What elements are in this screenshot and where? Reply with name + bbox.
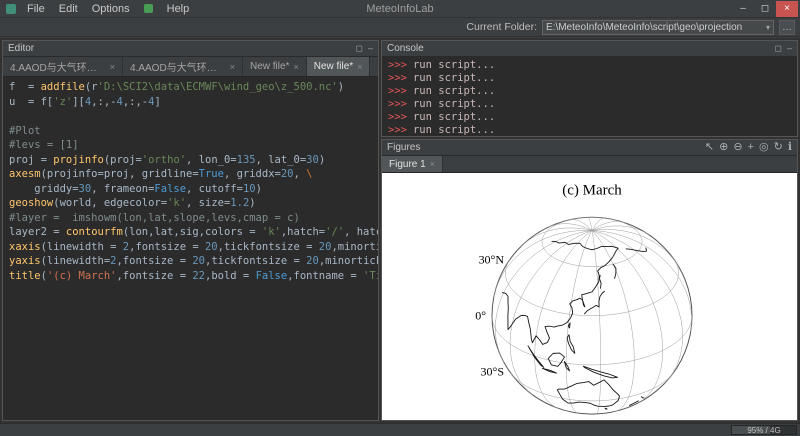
editor-tab-label: 4.AAOD与大气环流(风)的关系.py [130, 59, 226, 74]
code-line: #layer = imshowm(lon,lat,slope,levs,cmap… [9, 211, 372, 226]
code-line: axesm(projinfo=proj, gridline=True, grid… [9, 167, 372, 182]
figure-tab-0[interactable]: Figure 1 × [382, 156, 443, 172]
console-output[interactable]: >>>run script...>>>run script...>>>run s… [382, 57, 797, 136]
minimize-panel-icon[interactable]: – [368, 44, 373, 53]
figure-area: (c) March 30°N 0° 30°S [382, 173, 797, 420]
identify-icon[interactable]: ℹ [788, 142, 792, 153]
latitude-label: 30°N [479, 253, 505, 267]
rotate-icon[interactable]: ↻ [774, 142, 783, 153]
tab-close-icon[interactable]: × [230, 62, 235, 72]
current-folder-label: Current Folder: [466, 21, 537, 33]
latitude-label: 0° [475, 309, 486, 323]
tab-close-icon[interactable]: × [293, 62, 298, 72]
folder-dropdown-icon[interactable]: ▾ [763, 23, 773, 32]
code-line: f = addfile(r'D:\SCI2\data\ECMWF\wind_ge… [9, 80, 372, 95]
zoom-out-icon[interactable]: ⊖ [733, 142, 742, 153]
current-folder-input[interactable] [543, 21, 763, 33]
latitude-label: 30°S [481, 365, 504, 379]
status-bar: 95% / 4G [0, 423, 800, 436]
code-line: proj = projinfo(proj='ortho', lon_0=135,… [9, 153, 372, 168]
select-icon[interactable]: ↖ [705, 142, 714, 153]
code-line: geoshow(world, edgecolor='k', size=1.2) [9, 196, 372, 211]
menu-help[interactable]: Help [160, 2, 197, 16]
current-folder-combobox[interactable]: ▾ [542, 20, 774, 35]
editor-tab-1[interactable]: 4.AAOD与大气环流(风)的关系.py × [123, 57, 243, 76]
editor-panel-icons: ◻– [356, 44, 374, 53]
code-line: u = f['z'][4,:,-4,:,-4] [9, 95, 372, 110]
editor-tab-0[interactable]: 4.AAOD与大气环流的关系.py × [3, 57, 123, 76]
editor-tab-label: 4.AAOD与大气环流的关系.py [10, 59, 106, 74]
editor-tab-bar: 4.AAOD与大气环流的关系.py×4.AAOD与大气环流(风)的关系.py×N… [3, 57, 378, 77]
maximize-button[interactable]: ◻ [754, 1, 776, 17]
code-line: #levs = [1] [9, 138, 372, 153]
minimize-button[interactable]: – [732, 1, 754, 17]
minimize-panel-icon[interactable]: – [787, 44, 792, 53]
tab-close-icon[interactable]: × [110, 62, 115, 72]
menu-bar: FileEditOptions Help [20, 2, 196, 16]
figures-toolbar: ↖ ⊕ ⊖ + ◎ ↻ ℹ [705, 142, 792, 153]
console-panel-title: Console [387, 43, 424, 54]
figure-canvas[interactable]: (c) March 30°N 0° 30°S [382, 173, 797, 420]
memory-text: 95% / 4G [747, 426, 780, 435]
console-line: >>>run script... [388, 85, 791, 98]
console-line: >>>run script... [388, 72, 791, 85]
tab-close-icon[interactable]: × [430, 159, 435, 169]
code-line: griddy=30, frameon=False, cutoff=10) [9, 182, 372, 197]
console-panel-header: Console ◻– [382, 41, 797, 57]
code-editor[interactable]: f = addfile(r'D:\SCI2\data\ECMWF\wind_ge… [3, 77, 378, 420]
editor-tab-2[interactable]: New file* × [243, 57, 307, 76]
folder-bar: Current Folder: ▾ … [0, 18, 800, 37]
figures-panel: Figures ↖ ⊕ ⊖ + ◎ ↻ ℹ Figure 1 × (c) March 30°N 0… [381, 139, 798, 421]
code-line: layer2 = contourfm(lon,lat,sig,colors = … [9, 225, 372, 240]
console-panel: Console ◻– >>>run script...>>>run script… [381, 40, 798, 137]
code-line: yaxis(linewidth=2,fontsize = 20,tickfont… [9, 254, 372, 269]
figures-panel-header: Figures ↖ ⊕ ⊖ + ◎ ↻ ℹ [382, 140, 797, 156]
editor-panel-title: Editor [8, 43, 34, 54]
code-line: title('(c) March',fontsize = 22,bold = F… [9, 269, 372, 284]
full-extent-icon[interactable]: ◎ [759, 142, 769, 153]
close-button[interactable]: × [776, 1, 798, 17]
code-line: xaxis(linewidth = 2,fontsize = 20,tickfo… [9, 240, 372, 255]
menu-file[interactable]: File [20, 2, 52, 16]
menu-edit[interactable]: Edit [52, 2, 85, 16]
figures-tab-bar: Figure 1 × [382, 156, 797, 173]
figures-panel-title: Figures [387, 142, 420, 153]
zoom-in-icon[interactable]: ⊕ [719, 142, 728, 153]
console-line: >>>run script... [388, 59, 791, 72]
dock-area: Editor ◻– 4.AAOD与大气环流的关系.py×4.AAOD与大气环流(… [0, 38, 800, 423]
console-panel-icons: ◻– [775, 44, 793, 53]
apps-icon[interactable] [144, 4, 153, 13]
console-line: >>>run script... [388, 111, 791, 124]
memory-indicator: 95% / 4G [731, 425, 797, 435]
code-line: #Plot [9, 124, 372, 139]
console-line: >>>run script... [388, 98, 791, 111]
console-line: >>>run script... [388, 124, 791, 136]
menu-options[interactable]: Options [85, 2, 137, 16]
title-bar: FileEditOptionsHelp MeteoInfoLab –◻× [0, 0, 800, 18]
editor-tab-label: New file* [314, 61, 353, 72]
browse-folder-button[interactable]: … [779, 20, 795, 35]
code-line [9, 109, 372, 124]
figure-tab-label: Figure 1 [389, 159, 426, 170]
float-panel-icon[interactable]: ◻ [775, 44, 782, 53]
editor-tab-3[interactable]: New file* × [307, 57, 371, 76]
tab-close-icon[interactable]: × [357, 62, 362, 72]
app-window: FileEditOptionsHelp MeteoInfoLab –◻× Cur… [0, 0, 800, 37]
pan-icon[interactable]: + [748, 142, 754, 153]
editor-panel-header: Editor ◻– [3, 41, 378, 57]
window-controls: –◻× [732, 1, 798, 17]
float-panel-icon[interactable]: ◻ [356, 44, 363, 53]
editor-panel: Editor ◻– 4.AAOD与大气环流的关系.py×4.AAOD与大气环流(… [2, 40, 379, 421]
figure-title: (c) March [562, 183, 622, 199]
editor-tab-label: New file* [250, 61, 289, 72]
